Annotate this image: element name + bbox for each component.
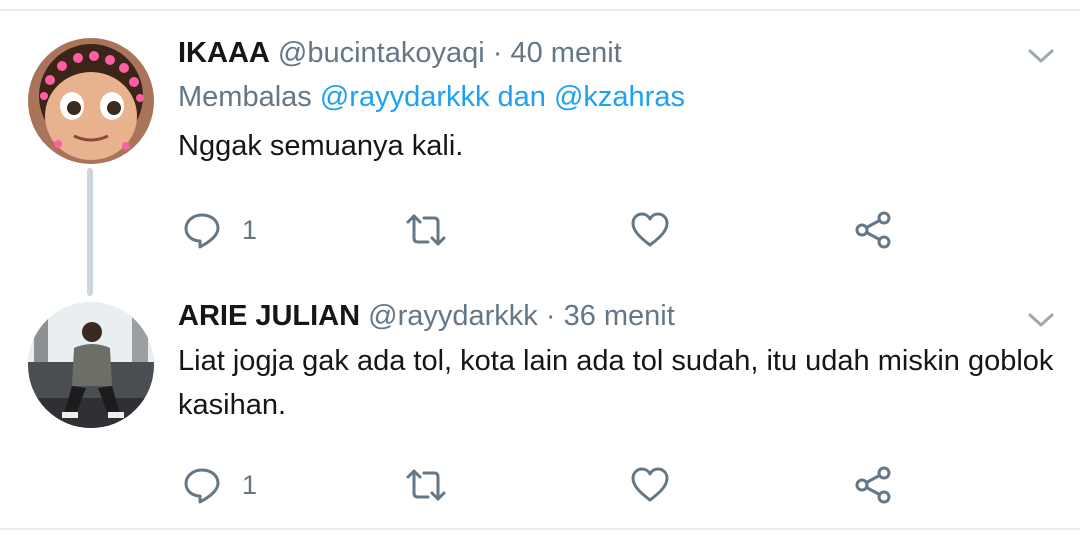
reply-mentions[interactable]: @rayydarkkk dan @kzahras [320,81,685,113]
like-button[interactable] [630,210,670,250]
chevron-down-icon[interactable] [1024,44,1058,68]
tweet-text: Nggak semuanya kali. [178,130,464,162]
chevron-down-icon[interactable] [1024,308,1058,332]
separator: · [545,300,556,332]
reply-button[interactable]: 1 [182,465,257,505]
user-handle[interactable]: @rayydarkkk [368,300,538,332]
timestamp[interactable]: 40 menit [510,37,621,69]
display-name[interactable]: ARIE JULIAN [178,300,360,332]
reply-prefix: Membalas [178,81,312,113]
reply-count: 1 [242,469,258,500]
bottom-divider [0,528,1080,530]
reply-icon [182,465,222,505]
timestamp[interactable]: 36 menit [564,300,675,332]
display-name[interactable]: IKAAA [178,37,270,69]
share-icon [854,210,894,250]
share-button[interactable] [854,465,894,505]
like-icon [630,210,670,250]
reply-count: 1 [242,214,258,245]
user-handle[interactable]: @bucintakoyaqi [278,37,485,69]
tweet-header: ARIE JULIAN @rayydarkkk · 36 menit [178,299,675,333]
reply-context: Membalas @rayydarkkk dan @kzahras [178,80,685,114]
like-button[interactable] [630,465,670,505]
avatar[interactable] [28,302,154,428]
retweet-button[interactable] [404,465,448,505]
avatar[interactable] [28,38,154,164]
share-icon [854,465,894,505]
top-divider [0,9,1080,11]
separator: · [492,37,503,69]
tweet-header: IKAAA @bucintakoyaqi · 40 menit [178,36,622,70]
reply-icon [182,210,222,250]
retweet-icon [404,465,448,505]
retweet-icon [404,210,448,250]
thread-connector [87,168,93,296]
share-button[interactable] [854,210,894,250]
tweet-text: Liat jogja gak ada tol, kota lain ada to… [178,345,1054,421]
retweet-button[interactable] [404,210,448,250]
like-icon [630,465,670,505]
reply-button[interactable]: 1 [182,210,257,250]
